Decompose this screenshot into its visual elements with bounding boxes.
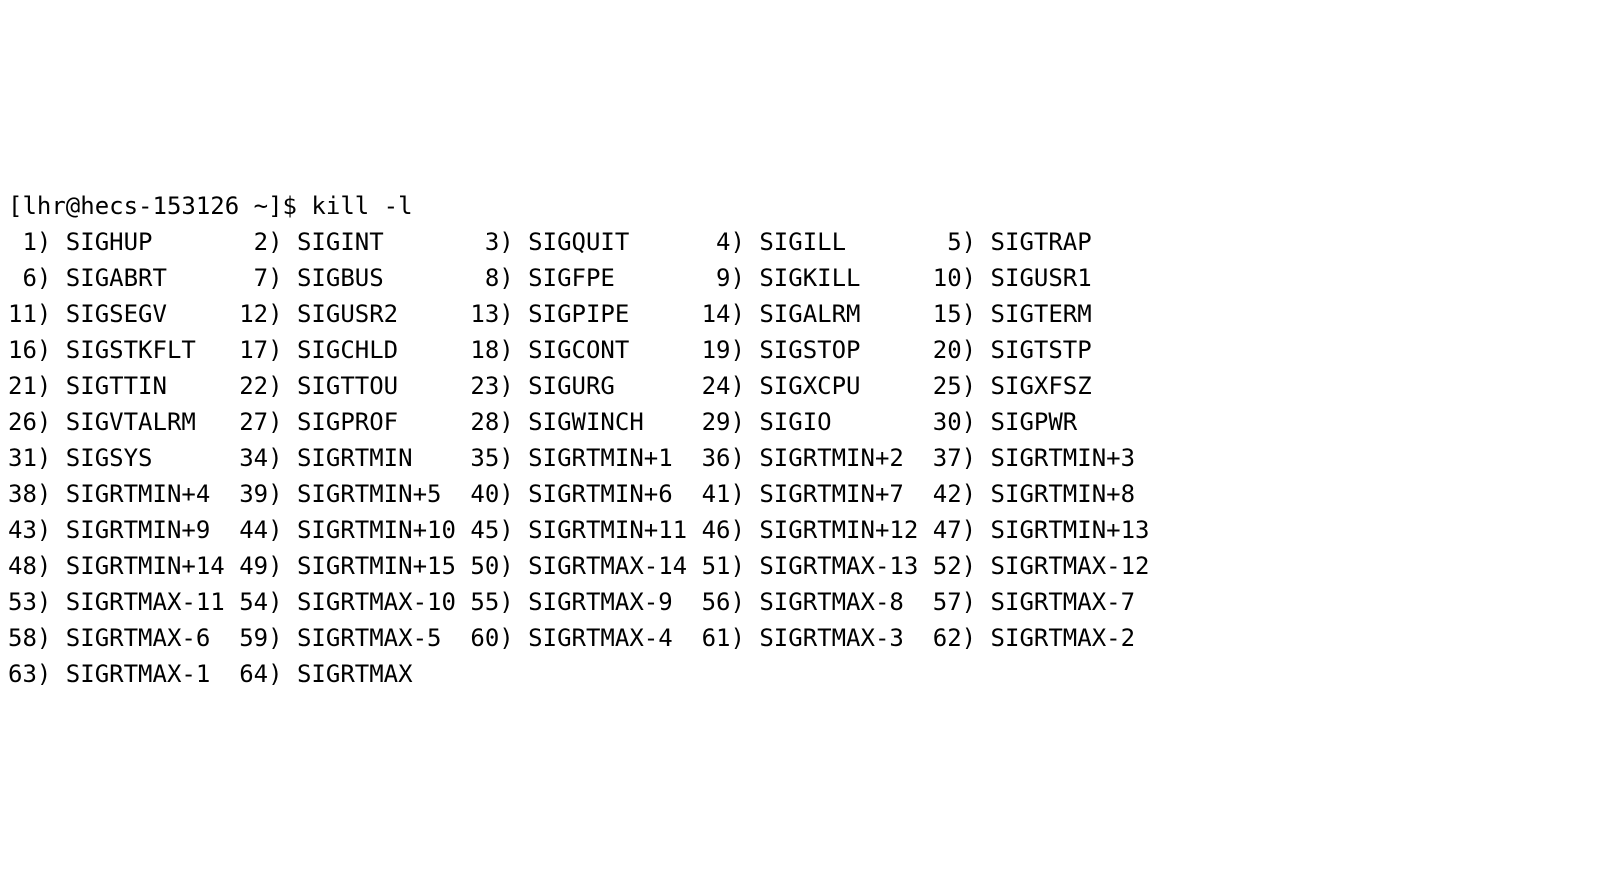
- signal-row: 11) SIGSEGV 12) SIGUSR2 13) SIGPIPE 14) …: [8, 296, 1604, 332]
- signal-row: 53) SIGRTMAX-11 54) SIGRTMAX-10 55) SIGR…: [8, 584, 1604, 620]
- signal-row: 16) SIGSTKFLT 17) SIGCHLD 18) SIGCONT 19…: [8, 332, 1604, 368]
- signal-row: 43) SIGRTMIN+9 44) SIGRTMIN+10 45) SIGRT…: [8, 512, 1604, 548]
- signal-row: 31) SIGSYS 34) SIGRTMIN 35) SIGRTMIN+1 3…: [8, 440, 1604, 476]
- signal-row: 26) SIGVTALRM 27) SIGPROF 28) SIGWINCH 2…: [8, 404, 1604, 440]
- signal-row: 48) SIGRTMIN+14 49) SIGRTMIN+15 50) SIGR…: [8, 548, 1604, 584]
- prompt-line: [lhr@hecs-153126 ~]$ kill -l: [8, 188, 1604, 224]
- terminal-output: [lhr@hecs-153126 ~]$ kill -l 1) SIGHUP 2…: [8, 152, 1604, 692]
- signal-row: 6) SIGABRT 7) SIGBUS 8) SIGFPE 9) SIGKIL…: [8, 260, 1604, 296]
- signal-row: 21) SIGTTIN 22) SIGTTOU 23) SIGURG 24) S…: [8, 368, 1604, 404]
- signal-row: 1) SIGHUP 2) SIGINT 3) SIGQUIT 4) SIGILL…: [8, 224, 1604, 260]
- signal-row: 58) SIGRTMAX-6 59) SIGRTMAX-5 60) SIGRTM…: [8, 620, 1604, 656]
- signal-row: 63) SIGRTMAX-1 64) SIGRTMAX: [8, 656, 1604, 692]
- prompt-text: [lhr@hecs-153126 ~]$ kill -l: [8, 192, 413, 220]
- signal-listing: 1) SIGHUP 2) SIGINT 3) SIGQUIT 4) SIGILL…: [8, 224, 1604, 692]
- signal-row: 38) SIGRTMIN+4 39) SIGRTMIN+5 40) SIGRTM…: [8, 476, 1604, 512]
